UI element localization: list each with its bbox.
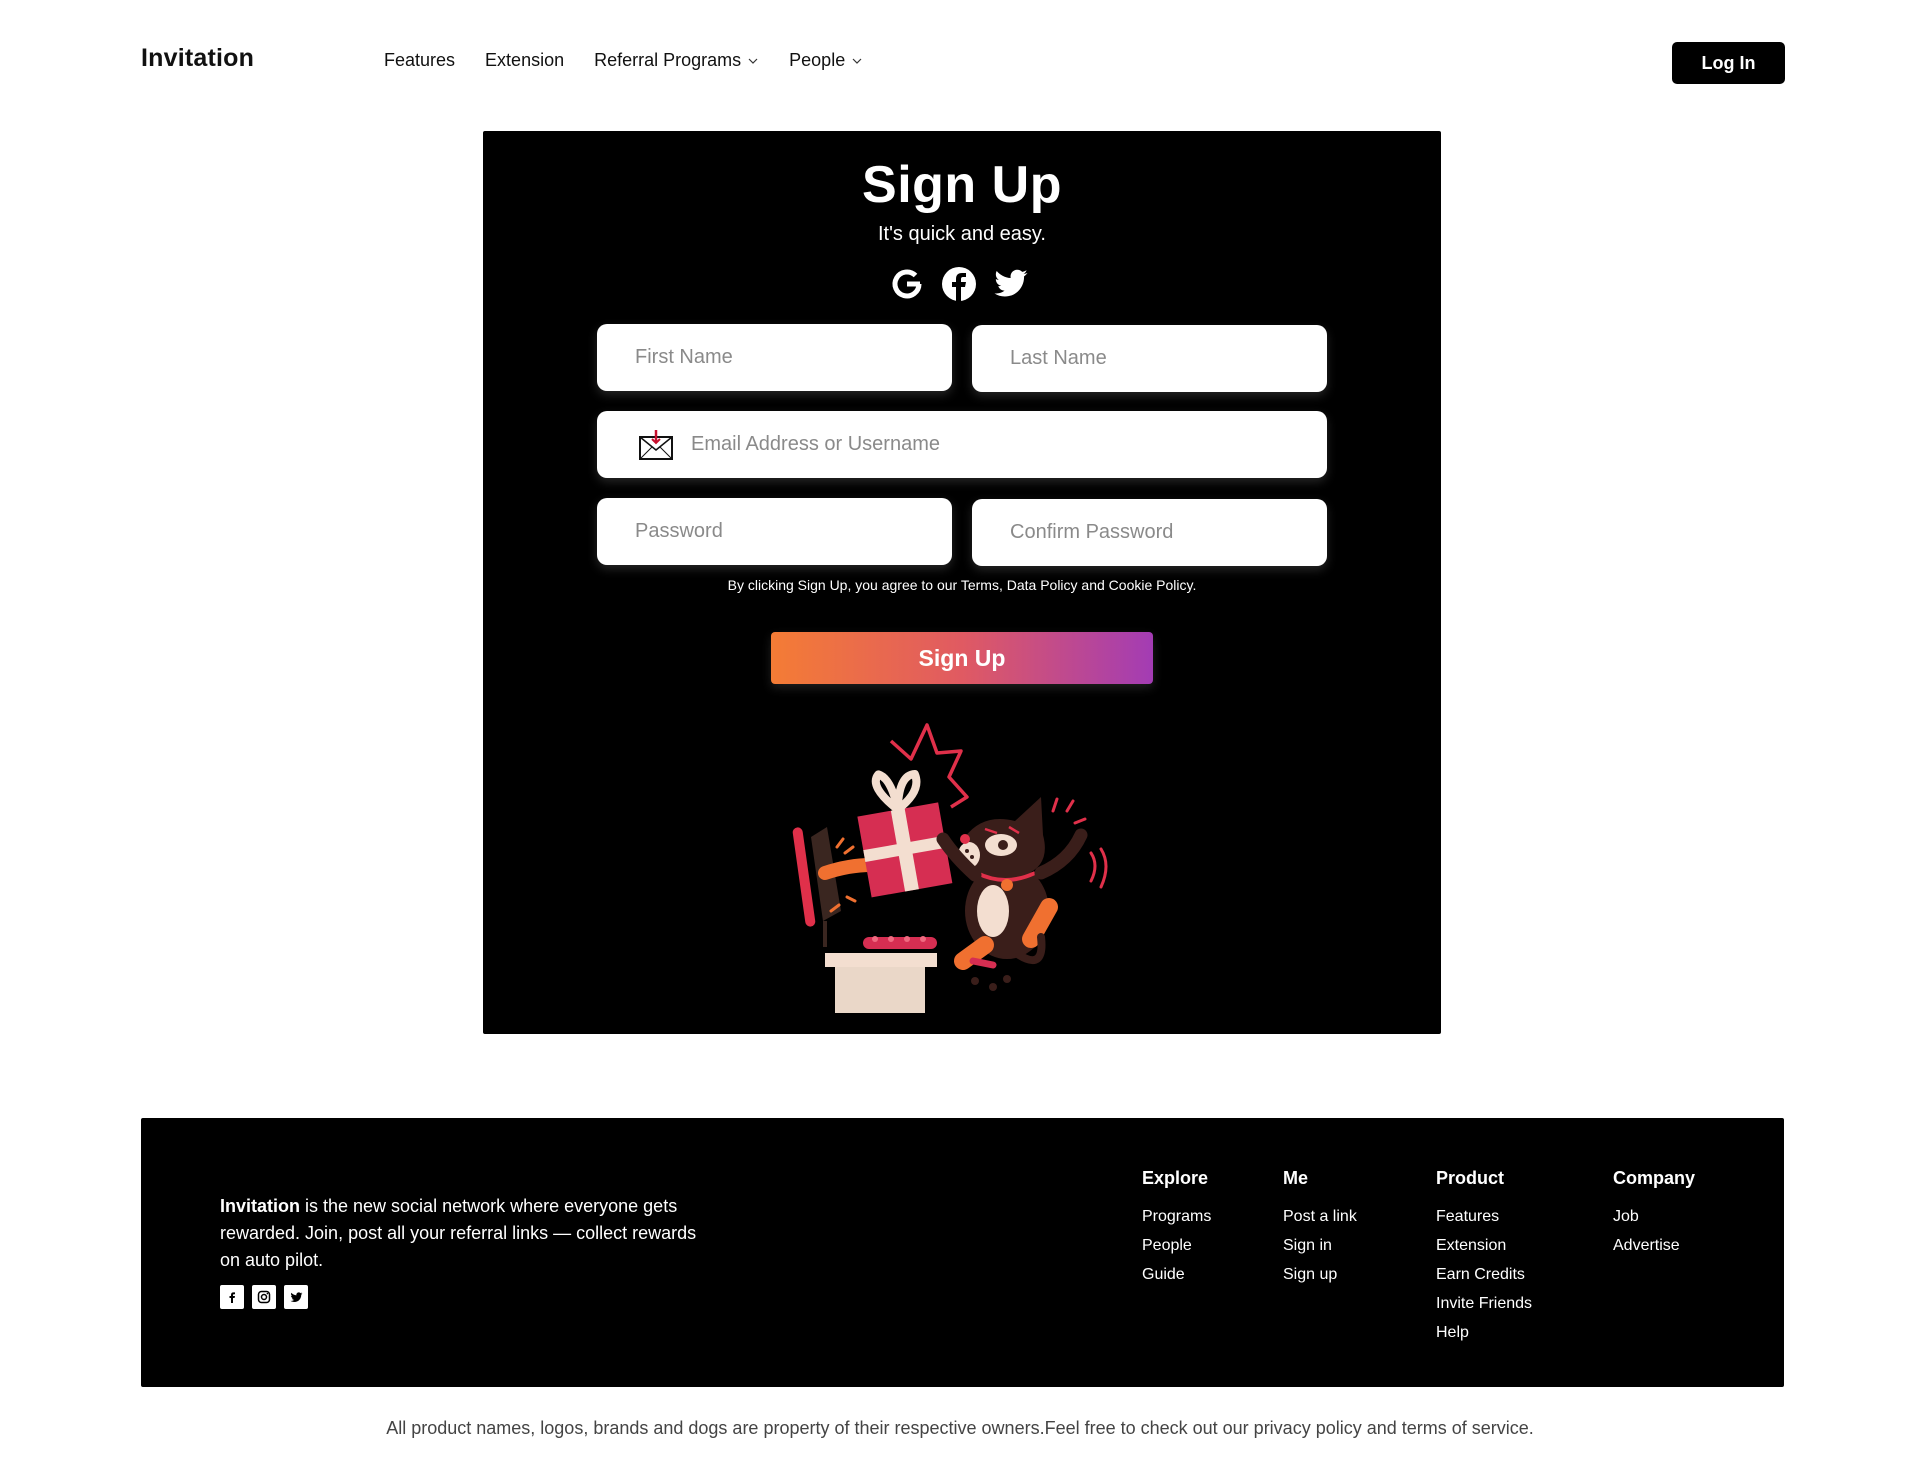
facebook-icon[interactable]	[941, 266, 977, 302]
nav-extension[interactable]: Extension	[485, 50, 564, 71]
main-nav: Features Extension Referral Programs Peo…	[384, 50, 863, 71]
nav-features[interactable]: Features	[384, 50, 455, 71]
signup-card: Sign Up It's quick and easy. By clic	[483, 131, 1441, 1034]
nav-features-label: Features	[384, 50, 456, 70]
twitter-icon[interactable]	[284, 1285, 308, 1309]
google-icon[interactable]	[889, 266, 925, 302]
footer-col-title: Me	[1283, 1168, 1309, 1188]
chevron-down-icon	[748, 58, 758, 64]
footer-brand: Invitation	[220, 1196, 300, 1216]
footer-link-extension[interactable]: Extension	[1436, 1231, 1532, 1260]
footer-link-invite-friends[interactable]: Invite Friends	[1436, 1289, 1532, 1318]
footer-col-title: Company	[1613, 1168, 1696, 1188]
confirm-password-input[interactable]	[972, 499, 1327, 566]
footer: Invitation is the new social network whe…	[141, 1118, 1784, 1387]
signup-subtitle: It's quick and easy.	[878, 223, 1046, 245]
legal-notice: All product names, logos, brands and dog…	[386, 1418, 1534, 1438]
nav-referral-programs[interactable]: Referral Programs	[594, 50, 759, 71]
footer-link-features[interactable]: Features	[1436, 1202, 1532, 1231]
confirm-password-field	[972, 499, 1327, 566]
footer-link-help[interactable]: Help	[1436, 1318, 1532, 1347]
last-name-field	[972, 325, 1327, 392]
twitter-icon[interactable]	[993, 266, 1029, 302]
mail-icon	[639, 429, 673, 460]
footer-link-sign-up[interactable]: Sign up	[1283, 1260, 1357, 1289]
last-name-input[interactable]	[972, 325, 1327, 392]
email-field	[597, 411, 1327, 478]
nav-people-label: People	[789, 50, 846, 70]
footer-link-programs[interactable]: Programs	[1142, 1202, 1211, 1231]
footer-link-people[interactable]: People	[1142, 1231, 1211, 1260]
brand-logo[interactable]: Invitation	[141, 44, 254, 73]
footer-link-job[interactable]: Job	[1613, 1202, 1695, 1231]
footer-col-company: Company Job Advertise	[1613, 1168, 1695, 1260]
signup-button[interactable]: Sign Up	[771, 632, 1153, 684]
nav-people[interactable]: People	[789, 50, 863, 71]
email-input[interactable]	[675, 411, 1327, 478]
signup-title: Sign Up	[862, 156, 1062, 214]
footer-col-title: Product	[1436, 1168, 1505, 1188]
login-button[interactable]: Log In	[1672, 42, 1785, 84]
footer-link-earn-credits[interactable]: Earn Credits	[1436, 1260, 1532, 1289]
footer-col-explore: Explore Programs People Guide	[1142, 1168, 1211, 1289]
terms-text: By clicking Sign Up, you agree to our Te…	[727, 577, 1197, 593]
gift-cat-illustration	[792, 723, 1108, 1013]
first-name-input[interactable]	[597, 324, 952, 391]
social-login-row	[889, 266, 1029, 302]
footer-social-row	[220, 1285, 308, 1309]
footer-about: Invitation is the new social network whe…	[220, 1193, 710, 1274]
footer-col-product: Product Features Extension Earn Credits …	[1436, 1168, 1532, 1347]
footer-link-advertise[interactable]: Advertise	[1613, 1231, 1695, 1260]
password-field	[597, 498, 952, 565]
first-name-field	[597, 324, 952, 391]
nav-extension-label: Extension	[485, 50, 565, 70]
footer-link-post-a-link[interactable]: Post a link	[1283, 1202, 1357, 1231]
footer-link-guide[interactable]: Guide	[1142, 1260, 1211, 1289]
footer-col-title: Explore	[1142, 1168, 1209, 1188]
nav-referral-programs-label: Referral Programs	[594, 50, 742, 70]
instagram-icon[interactable]	[252, 1285, 276, 1309]
facebook-icon[interactable]	[220, 1285, 244, 1309]
footer-col-me: Me Post a link Sign in Sign up	[1283, 1168, 1357, 1289]
password-input[interactable]	[597, 498, 952, 565]
chevron-down-icon	[852, 58, 862, 64]
footer-link-sign-in[interactable]: Sign in	[1283, 1231, 1357, 1260]
